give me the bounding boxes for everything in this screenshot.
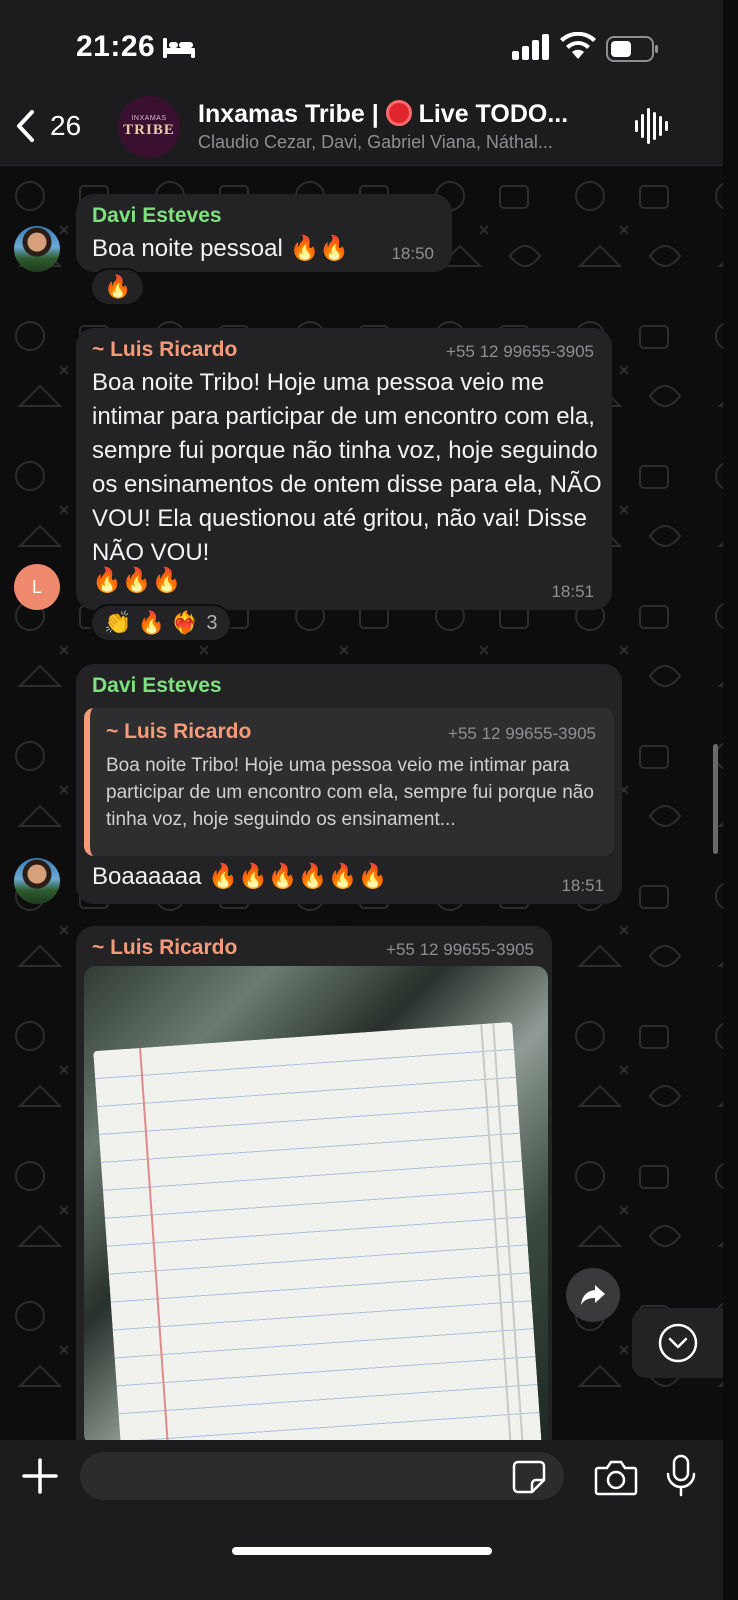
avatar-big-text: TRIBE [123,122,175,138]
message-bubble[interactable]: ~ Luis Ricardo +55 12 99655-3905 Boa noi… [76,328,612,610]
emoji-line: 🔥🔥🔥 [92,567,182,594]
microphone-button[interactable] [664,1454,698,1498]
sender-phone: +55 12 99655-3905 [446,342,594,361]
message-bubble[interactable]: Davi Esteves ~ Luis Ricardo +55 12 99655… [76,664,622,904]
signal-icon [512,34,549,60]
reactions[interactable]: 🔥 [90,268,146,306]
quoted-text: Boa noite Tribo! Hoje uma pessoa veio me… [106,755,594,830]
sender-name: Davi Esteves [92,674,222,697]
notebook-photo [93,1021,543,1440]
message-time: 18:51 [561,876,604,895]
scrollbar[interactable] [713,744,718,854]
message-bubble[interactable]: Davi Esteves Boa noite pessoal 🔥🔥 18:50 [76,194,452,272]
wifi-icon [560,32,596,59]
home-indicator[interactable] [232,1547,492,1555]
reactions[interactable]: 👏 🔥 ❤️‍🔥 3 [90,604,232,642]
notebook-margin [139,1047,172,1440]
group-title-suffix: Live TODO... [411,100,569,128]
message-bubble[interactable]: ~ Luis Ricardo +55 12 99655-3905 [76,926,552,1440]
reaction-count: 3 [206,611,218,634]
sender-name: Davi Esteves [92,204,222,227]
live-record-icon [385,100,412,126]
reaction-emoji: 🔥 [104,274,132,299]
top-bar: 21:26 26 INXAMAS TRIBE Inxamas Tribe | L… [0,0,723,166]
sender-phone: +55 12 99655-3905 [386,940,534,959]
chevron-left-icon [17,110,34,142]
reaction-emojis: 👏 🔥 ❤️‍🔥 [104,610,199,635]
message-text: Boa noite pessoal 🔥🔥 [92,235,350,262]
input-bar [0,1440,723,1600]
message-input[interactable] [80,1452,564,1500]
audio-wave-icon[interactable] [634,106,670,146]
forward-button[interactable] [566,1268,620,1322]
back-button[interactable]: 26 [14,104,81,148]
quoted-phone: +55 12 99655-3905 [448,724,596,743]
battery-icon [606,36,658,62]
sender-name: ~ Luis Ricardo [92,338,238,361]
message-time: 18:50 [391,244,434,263]
message-text: Boaaaaaa 🔥🔥🔥🔥🔥🔥 [92,863,388,890]
avatar-small-text: INXAMAS [131,115,167,122]
group-title-prefix: Inxamas Tribe | [198,100,386,128]
chat-area[interactable]: Davi Esteves Boa noite pessoal 🔥🔥 18:50 … [0,166,723,1440]
sender-name: ~ Luis Ricardo [92,936,238,959]
unread-count: 26 [50,110,82,141]
share-arrow-icon [581,1285,605,1305]
image-attachment[interactable] [84,966,548,1440]
message-time: 18:51 [551,582,594,601]
attach-plus-button[interactable] [20,1456,60,1496]
sender-avatar[interactable]: L [14,564,60,610]
sleep-focus-icon [163,38,195,58]
sender-avatar[interactable] [14,858,60,904]
chevron-down-circle-icon [658,1323,698,1363]
sticker-icon[interactable] [512,1460,546,1494]
group-avatar[interactable]: INXAMAS TRIBE [118,96,180,158]
notebook-binding [480,1023,525,1440]
message-text: Boa noite Tribo! Hoje uma pessoa veio me… [92,369,602,566]
scroll-to-bottom-button[interactable] [632,1308,723,1378]
group-title[interactable]: Inxamas Tribe | Live TODO... [198,100,618,129]
quoted-message[interactable]: ~ Luis Ricardo +55 12 99655-3905 Boa noi… [84,708,614,856]
camera-button[interactable] [594,1458,638,1496]
sender-avatar[interactable] [14,226,60,272]
status-time: 21:26 [76,30,156,63]
group-members[interactable]: Claudio Cezar, Davi, Gabriel Viana, Náth… [198,132,618,153]
